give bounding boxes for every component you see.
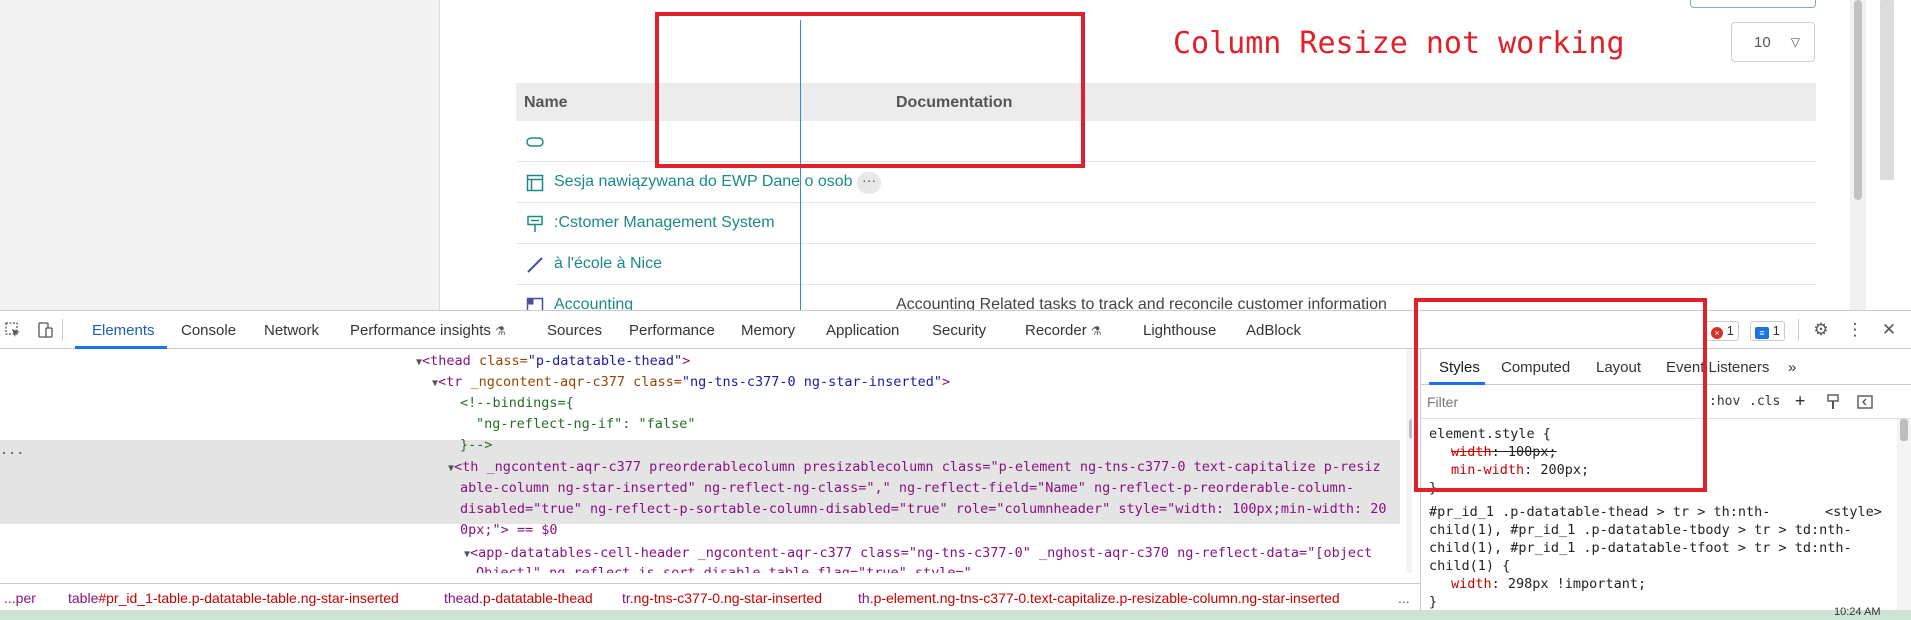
toolbar-divider	[62, 319, 63, 341]
rule-selector[interactable]: #pr_id_1 .p-datatable-thead > tr > th:nt…	[1429, 503, 1770, 521]
window-frame-icon	[526, 174, 544, 192]
breadcrumb-item[interactable]: th.p-element.ng-tns-c377-0.text-capitali…	[858, 590, 1340, 606]
column-header-name[interactable]: Name	[524, 94, 568, 112]
line-connector-icon	[526, 256, 544, 274]
kebab-menu-icon[interactable]: ⋮	[1846, 321, 1864, 339]
breadcrumb-overflow[interactable]: ...	[1398, 590, 1410, 606]
row-name[interactable]: à l'école à Nice	[554, 255, 662, 273]
dom-node-thead[interactable]: ▼<thead class="p-datatable-thead">	[416, 351, 690, 373]
error-icon: ×	[1711, 327, 1723, 339]
taskbar-strip	[0, 610, 1911, 620]
style-prop-width-important[interactable]: width: 298px !important;	[1451, 575, 1646, 593]
paint-brush-icon[interactable]	[1825, 394, 1841, 414]
breadcrumb-item[interactable]: thead.p-datatable-thead	[444, 590, 593, 606]
close-icon[interactable]: ✕	[1880, 321, 1898, 339]
page-scrollbar[interactable]	[1850, 0, 1866, 310]
row-name[interactable]: :Cstomer Management System	[554, 214, 775, 232]
dom-comment-line[interactable]: "ng-reflect-ng-if": "false"	[476, 414, 695, 435]
add-rule-plus-icon[interactable]: +	[1795, 391, 1805, 411]
tab-network[interactable]: Network	[264, 322, 319, 339]
more-options-button[interactable]: ···	[857, 172, 881, 194]
experiment-flask-icon: ⚗	[1090, 324, 1102, 338]
inspect-element-icon[interactable]	[4, 321, 22, 339]
message-icon: ≡	[1755, 327, 1769, 339]
tab-security[interactable]: Security	[932, 322, 986, 339]
web-page-area: 10 ▽ Name Documentation Sesja nawiązywan…	[0, 0, 1911, 310]
dom-node-th-continued[interactable]: 0px;"> == $0	[460, 520, 558, 541]
toggle-sidebar-icon[interactable]	[1857, 394, 1873, 414]
row-documentation: Accounting Related tasks to track and re…	[896, 296, 1387, 310]
rule-selector[interactable]: child(1) {	[1429, 557, 1510, 575]
table-row[interactable]: :Cstomer Management System	[516, 203, 1816, 244]
tab-adblock[interactable]: AdBlock	[1246, 322, 1301, 339]
annotation-box-styles	[1414, 298, 1707, 492]
dom-comment-line[interactable]: <!--bindings={	[460, 393, 574, 414]
chevron-down-icon: ▽	[1790, 35, 1800, 49]
dom-node-th-selected[interactable]: ▼<th _ngcontent-aqr-c377 preorderablecol…	[448, 457, 1381, 479]
elements-scrollbar[interactable]	[1406, 349, 1412, 573]
right-scroll-bar[interactable]	[1880, 0, 1894, 180]
top-action-button[interactable]	[1690, 0, 1816, 8]
error-count: 1	[1726, 323, 1734, 338]
tab-performance-insights[interactable]: Performance insights ⚗	[350, 322, 506, 339]
dom-node-tr[interactable]: ▼<tr _ngcontent-aqr-c377 class="ng-tns-c…	[432, 372, 950, 394]
elements-scrollbar-thumb[interactable]	[1409, 419, 1412, 439]
hover-state-toggle[interactable]: :hov	[1709, 394, 1740, 409]
table-row[interactable]: à l'école à Nice	[516, 244, 1816, 285]
tab-recorder-label: Recorder	[1025, 322, 1087, 339]
annotation-text: Column Resize not working	[1173, 26, 1625, 61]
table-row[interactable]: Sesja nawiązywana do EWP Dane o osob ···	[516, 162, 1816, 203]
more-tabs-chevron-icon[interactable]: »	[1788, 359, 1796, 376]
message-count: 1	[1772, 323, 1780, 338]
dom-node-th-continued[interactable]: able-column ng-star-inserted" ng-reflect…	[460, 478, 1354, 499]
styles-scrollbar-thumb[interactable]	[1900, 419, 1908, 441]
dom-comment-line[interactable]: }-->	[460, 435, 493, 456]
taskbar-clock: 10:24 AM	[1834, 606, 1881, 618]
rule-selector[interactable]: child(1), #pr_id_1 .p-datatable-tfoot > …	[1429, 539, 1852, 557]
dom-node-app-cell-header-continued[interactable]: Object]" ng-reflect-is-sort-disable-tabl…	[476, 563, 972, 573]
experiment-flask-icon: ⚗	[495, 324, 506, 338]
row-name[interactable]: Sesja nawiązywana do EWP Dane o osob	[554, 173, 853, 191]
rule-close-brace: }	[1429, 594, 1438, 610]
class-toggle[interactable]: .cls	[1749, 394, 1780, 409]
row-name[interactable]: Accounting	[554, 296, 633, 310]
tab-recorder[interactable]: Recorder ⚗	[1025, 322, 1102, 339]
right-gutter	[1866, 0, 1911, 310]
dom-node-app-cell-header[interactable]: ▼<app-datatables-cell-header _ngcontent-…	[464, 543, 1372, 565]
node-ellipsis[interactable]: ...	[0, 440, 24, 461]
message-count-badge[interactable]: ≡ 1	[1750, 321, 1785, 341]
rows-per-page-dropdown[interactable]: 10 ▽	[1731, 22, 1815, 62]
breadcrumb-item[interactable]: ...per	[4, 590, 36, 606]
gear-icon[interactable]: ⚙	[1812, 321, 1830, 339]
system-node-icon	[526, 215, 544, 233]
device-toolbar-icon[interactable]	[36, 321, 54, 339]
tab-elements[interactable]: Elements	[92, 322, 155, 339]
toolbar-divider	[1798, 319, 1799, 341]
error-count-badge[interactable]: × 1	[1706, 321, 1739, 341]
dom-node-th-continued[interactable]: disabled="true" ng-reflect-p-sortable-co…	[460, 499, 1387, 520]
tab-sources[interactable]: Sources	[547, 322, 602, 339]
breadcrumb-item[interactable]: tr.ng-tns-c377-0.ng-star-inserted	[622, 590, 822, 606]
dom-breadcrumb: ...per table#pr_id_1-table.p-datatable-t…	[0, 583, 1420, 611]
rule-source-link[interactable]: <style>	[1825, 503, 1882, 521]
grid-icon	[526, 297, 544, 310]
styles-scrollbar[interactable]	[1897, 419, 1911, 611]
left-side-panel	[0, 0, 440, 310]
page-scrollbar-thumb[interactable]	[1854, 0, 1862, 200]
pill-shape-icon	[526, 133, 544, 151]
tab-performance-insights-label: Performance insights	[350, 322, 491, 339]
tab-memory[interactable]: Memory	[741, 322, 795, 339]
rule-selector[interactable]: child(1), #pr_id_1 .p-datatable-tbody > …	[1429, 521, 1852, 539]
tab-application[interactable]: Application	[826, 322, 899, 339]
rows-per-page-value: 10	[1754, 33, 1771, 51]
tab-lighthouse[interactable]: Lighthouse	[1143, 322, 1216, 339]
tab-performance[interactable]: Performance	[629, 322, 715, 339]
tab-console[interactable]: Console	[181, 322, 236, 339]
elements-dom-tree: ... ▼<thead class="p-datatable-thead"> ▼…	[0, 349, 1412, 573]
annotation-box-table-header	[655, 12, 1085, 168]
breadcrumb-item[interactable]: table#pr_id_1-table.p-datatable-table.ng…	[68, 590, 399, 606]
